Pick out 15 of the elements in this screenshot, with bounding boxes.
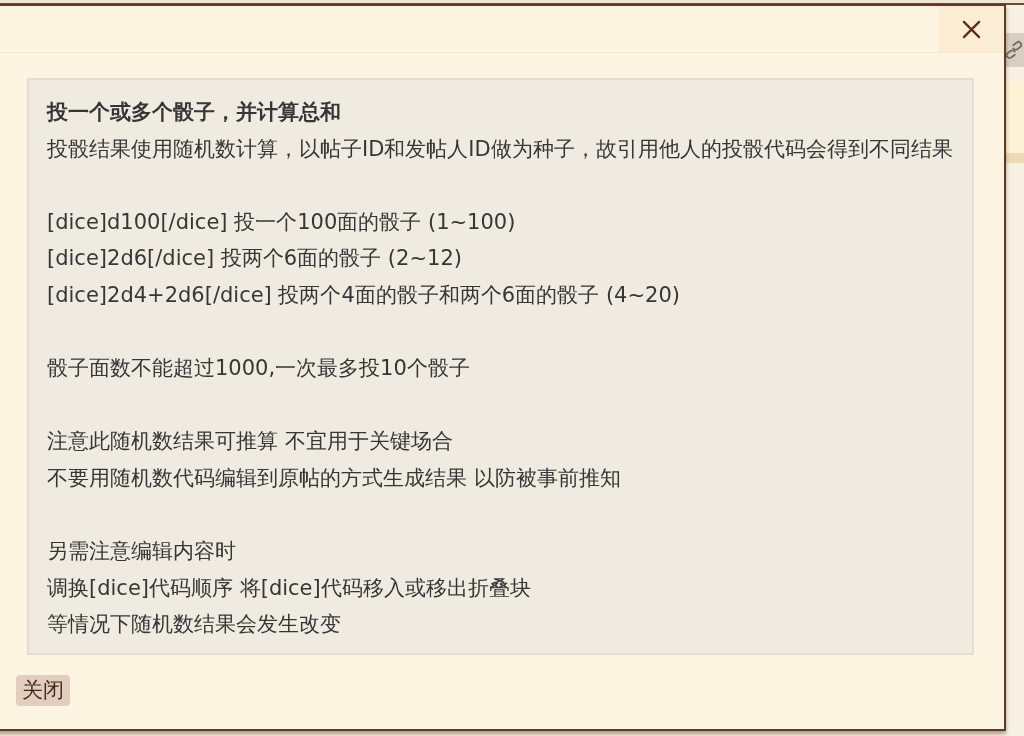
help-text: 注意此随机数结果可推算 不宜用于关键场合 [47,428,454,456]
help-text: [dice]2d6[/dice] 投两个6面的骰子 (2~12) [47,245,463,273]
help-text: [dice]2d4+2d6[/dice] 投两个4面的骰子和两个6面的骰子 (4~20) [47,281,681,309]
help-text: 等情况下随机数结果会发生改变 [47,611,342,639]
help-text: 不要用随机数代码编辑到原帖的方式生成结果 以防被事前推知 [47,464,622,492]
link-icon[interactable] [1006,40,1022,60]
help-text: 骰子面数不能超过1000,一次最多投10个骰子 [47,355,471,383]
help-text: 另需注意编辑内容时 [47,538,237,566]
help-text: 投骰结果使用随机数计算，以帖子ID和发帖人ID做为种子，故引用他人的投骰代码会得到不同结果 [47,135,954,163]
help-text: [dice]d100[/dice] 投一个100面的骰子 (1~100) [47,208,517,236]
help-heading: 投一个或多个骰子，并计算总和 [47,99,342,126]
close-dialog-button[interactable]: 关闭 [16,674,70,706]
close-button[interactable] [938,6,1004,52]
close-icon [961,19,981,39]
help-text: 调换[dice]代码顺序 将[dice]代码移入或移出折叠块 [47,574,532,602]
